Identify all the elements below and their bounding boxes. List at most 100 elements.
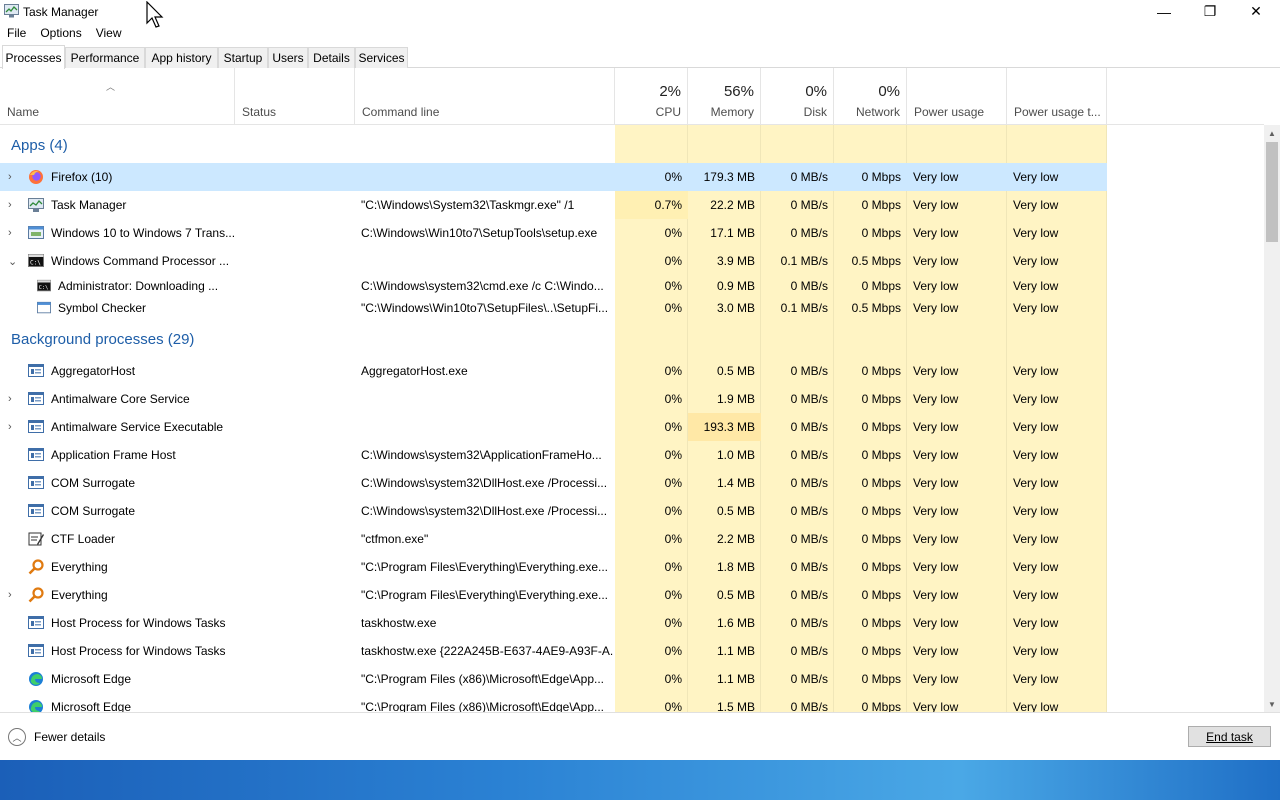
tab-startup[interactable]: Startup [218,47,268,68]
chevron-right-icon[interactable]: › [8,219,12,247]
process-list[interactable]: Apps (4) › Firefox (10) 0% 179.3 MB 0 MB/s 0 … [0,125,1264,712]
process-network: 0 Mbps [861,364,901,378]
process-power-usage: Very low [913,301,959,315]
menu-options[interactable]: Options [33,24,88,42]
column-cpu-label: CPU [655,105,681,119]
process-power-usage: Very low [913,588,959,602]
group-header-background: Background processes (29) [11,331,195,348]
chevron-right-icon[interactable]: › [8,163,12,191]
table-row[interactable]: › Windows 10 to Windows 7 Trans... C:\Wind… [0,219,1107,247]
desktop-taskbar [0,760,1280,800]
process-command-line: C:\Windows\Win10to7\SetupTools\setup.exe [361,226,598,240]
process-name: COM Surrogate [51,504,136,518]
process-power-trend: Very low [1013,301,1059,315]
process-command-line [361,163,613,191]
chevron-up-circle-icon[interactable]: ︿ [8,728,26,746]
process-network: 0 Mbps [861,448,901,462]
table-row[interactable]: Everything "C:\Program Files\Everything\E… [0,553,1107,581]
process-power-trend: Very low [1013,560,1059,574]
tab-performance[interactable]: Performance [65,47,145,68]
table-row[interactable]: COM Surrogate C:\Windows\system32\DllHost… [0,469,1107,497]
column-disk[interactable]: 0% Disk [761,68,834,125]
column-memory[interactable]: 56% Memory [688,68,761,125]
table-row[interactable]: › Everything "C:\Program Files\Everything\… [0,581,1107,609]
task-manager-icon [4,4,19,18]
process-name: Task Manager [51,198,127,212]
table-row[interactable]: Microsoft Edge "C:\Program Files (x86)\Mi… [0,693,1107,712]
process-power-trend: Very low [1013,420,1059,434]
menu-view[interactable]: View [89,24,129,42]
scroll-up-icon[interactable]: ▲ [1264,125,1280,141]
fewer-details-link[interactable]: Fewer details [34,730,105,744]
memory-total: 56% [723,83,754,100]
cmd-icon: C:\ [28,253,44,269]
process-disk: 0.1 MB/s [780,301,828,315]
service-icon [28,643,44,659]
column-network[interactable]: 0% Network [834,68,907,125]
restore-button[interactable]: ❐ [1187,0,1233,23]
minimize-button[interactable]: — [1141,0,1187,23]
chevron-down-icon[interactable]: ⌄ [8,247,17,275]
column-name[interactable]: Name [0,68,235,125]
column-command-line-label: Command line [362,105,440,119]
table-row[interactable]: Microsoft Edge "C:\Program Files (x86)\Mi… [0,665,1107,693]
column-status[interactable]: Status [235,68,355,125]
table-row[interactable]: C:\ Administrator: Downloading ... C:\Wind… [0,275,1107,297]
table-row[interactable]: › Task Manager "C:\Windows\System32\Taskmg… [0,191,1107,219]
close-button[interactable]: ✕ [1233,0,1279,23]
chevron-right-icon[interactable]: › [8,385,12,413]
vertical-scrollbar[interactable]: ▲ ▼ [1264,125,1280,712]
tab-processes[interactable]: Processes [2,45,65,69]
mouse-cursor-icon [146,1,164,28]
column-cpu[interactable]: 2% CPU [615,68,688,125]
table-row[interactable]: › Firefox (10) 0% 179.3 MB 0 MB/s 0 Mbps Very … [0,163,1107,191]
disk-total: 0% [805,83,827,100]
tab-services[interactable]: Services [355,47,408,68]
column-memory-label: Memory [710,105,754,119]
process-power-trend: Very low [1013,392,1059,406]
process-command-line: "ctfmon.exe" [361,532,429,546]
table-row[interactable]: CTF Loader "ctfmon.exe" 0% 2.2 MB 0 MB/s 0 Mb… [0,525,1107,553]
scroll-thumb[interactable] [1266,142,1278,242]
tab-app-history[interactable]: App history [145,47,218,68]
process-network: 0 Mbps [861,644,901,658]
column-power-usage[interactable]: Power usage [907,68,1007,125]
table-row[interactable]: COM Surrogate C:\Windows\system32\DllHost… [0,497,1107,525]
table-row[interactable]: › Antimalware Service Executable 0% 193.3 M… [0,413,1107,441]
title-bar[interactable]: Task Manager — ❐ ✕ [0,0,1280,23]
process-disk: 0 MB/s [790,279,828,293]
chevron-right-icon[interactable]: › [8,581,12,609]
process-memory: 0.5 MB [716,504,755,518]
process-network: 0 Mbps [861,532,901,546]
process-network: 0 Mbps [861,560,901,574]
table-row[interactable]: ⌄ C:\ Windows Command Processor ... 0% 3.9 M… [0,247,1107,275]
table-row[interactable]: AggregatorHost AggregatorHost.exe 0% 0.5 MB… [0,357,1107,385]
process-disk: 0 MB/s [790,504,828,518]
scroll-down-icon[interactable]: ▼ [1264,696,1280,712]
process-memory: 3.9 MB [716,254,755,268]
chevron-right-icon[interactable]: › [8,413,12,441]
process-network: 0.5 Mbps [851,301,901,315]
firefox-icon [28,169,44,185]
process-disk: 0 MB/s [790,364,828,378]
process-power-usage: Very low [913,420,959,434]
tab-details[interactable]: Details [308,47,355,68]
process-power-trend: Very low [1013,448,1059,462]
table-row[interactable]: Application Frame Host C:\Windows\system3… [0,441,1107,469]
column-command-line[interactable]: Command line [355,68,615,125]
process-power-usage: Very low [913,476,959,490]
tab-users[interactable]: Users [268,47,308,68]
process-power-trend: Very low [1013,644,1059,658]
table-row[interactable]: Host Process for Windows Tasks taskhostw.… [0,609,1107,637]
process-name: CTF Loader [51,532,116,546]
end-task-button[interactable]: End task [1188,726,1271,747]
table-row[interactable]: Host Process for Windows Tasks taskhostw.… [0,637,1107,665]
service-icon [28,615,44,631]
column-power-usage-trend[interactable]: Power usage t... [1007,68,1107,125]
chevron-right-icon[interactable]: › [8,191,12,219]
table-row[interactable]: Symbol Checker "C:\Windows\Win10to7\Setup… [0,297,1107,319]
menu-file[interactable]: File [0,24,33,42]
ctf-loader-icon [28,531,44,547]
table-row[interactable]: › Antimalware Core Service 0% 1.9 MB 0 MB/s 0… [0,385,1107,413]
process-network: 0 Mbps [861,588,901,602]
